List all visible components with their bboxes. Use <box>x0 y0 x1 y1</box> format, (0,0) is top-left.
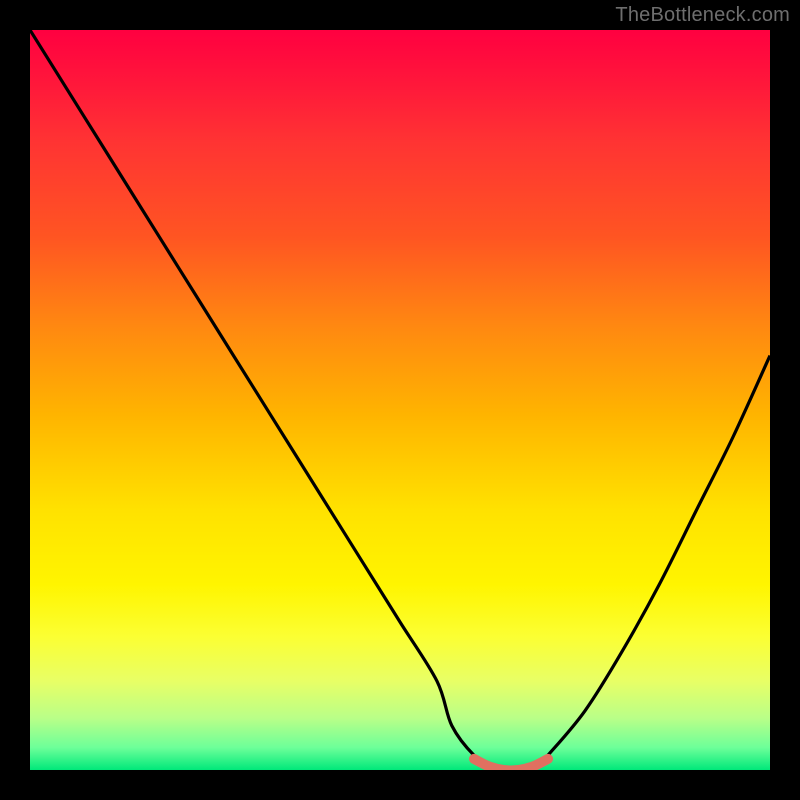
curve-layer <box>30 30 770 770</box>
plot-area <box>30 30 770 770</box>
bottleneck-curve <box>30 30 770 770</box>
watermark-text: TheBottleneck.com <box>615 4 790 27</box>
optimal-segment <box>474 759 548 770</box>
chart-frame: TheBottleneck.com <box>0 0 800 800</box>
